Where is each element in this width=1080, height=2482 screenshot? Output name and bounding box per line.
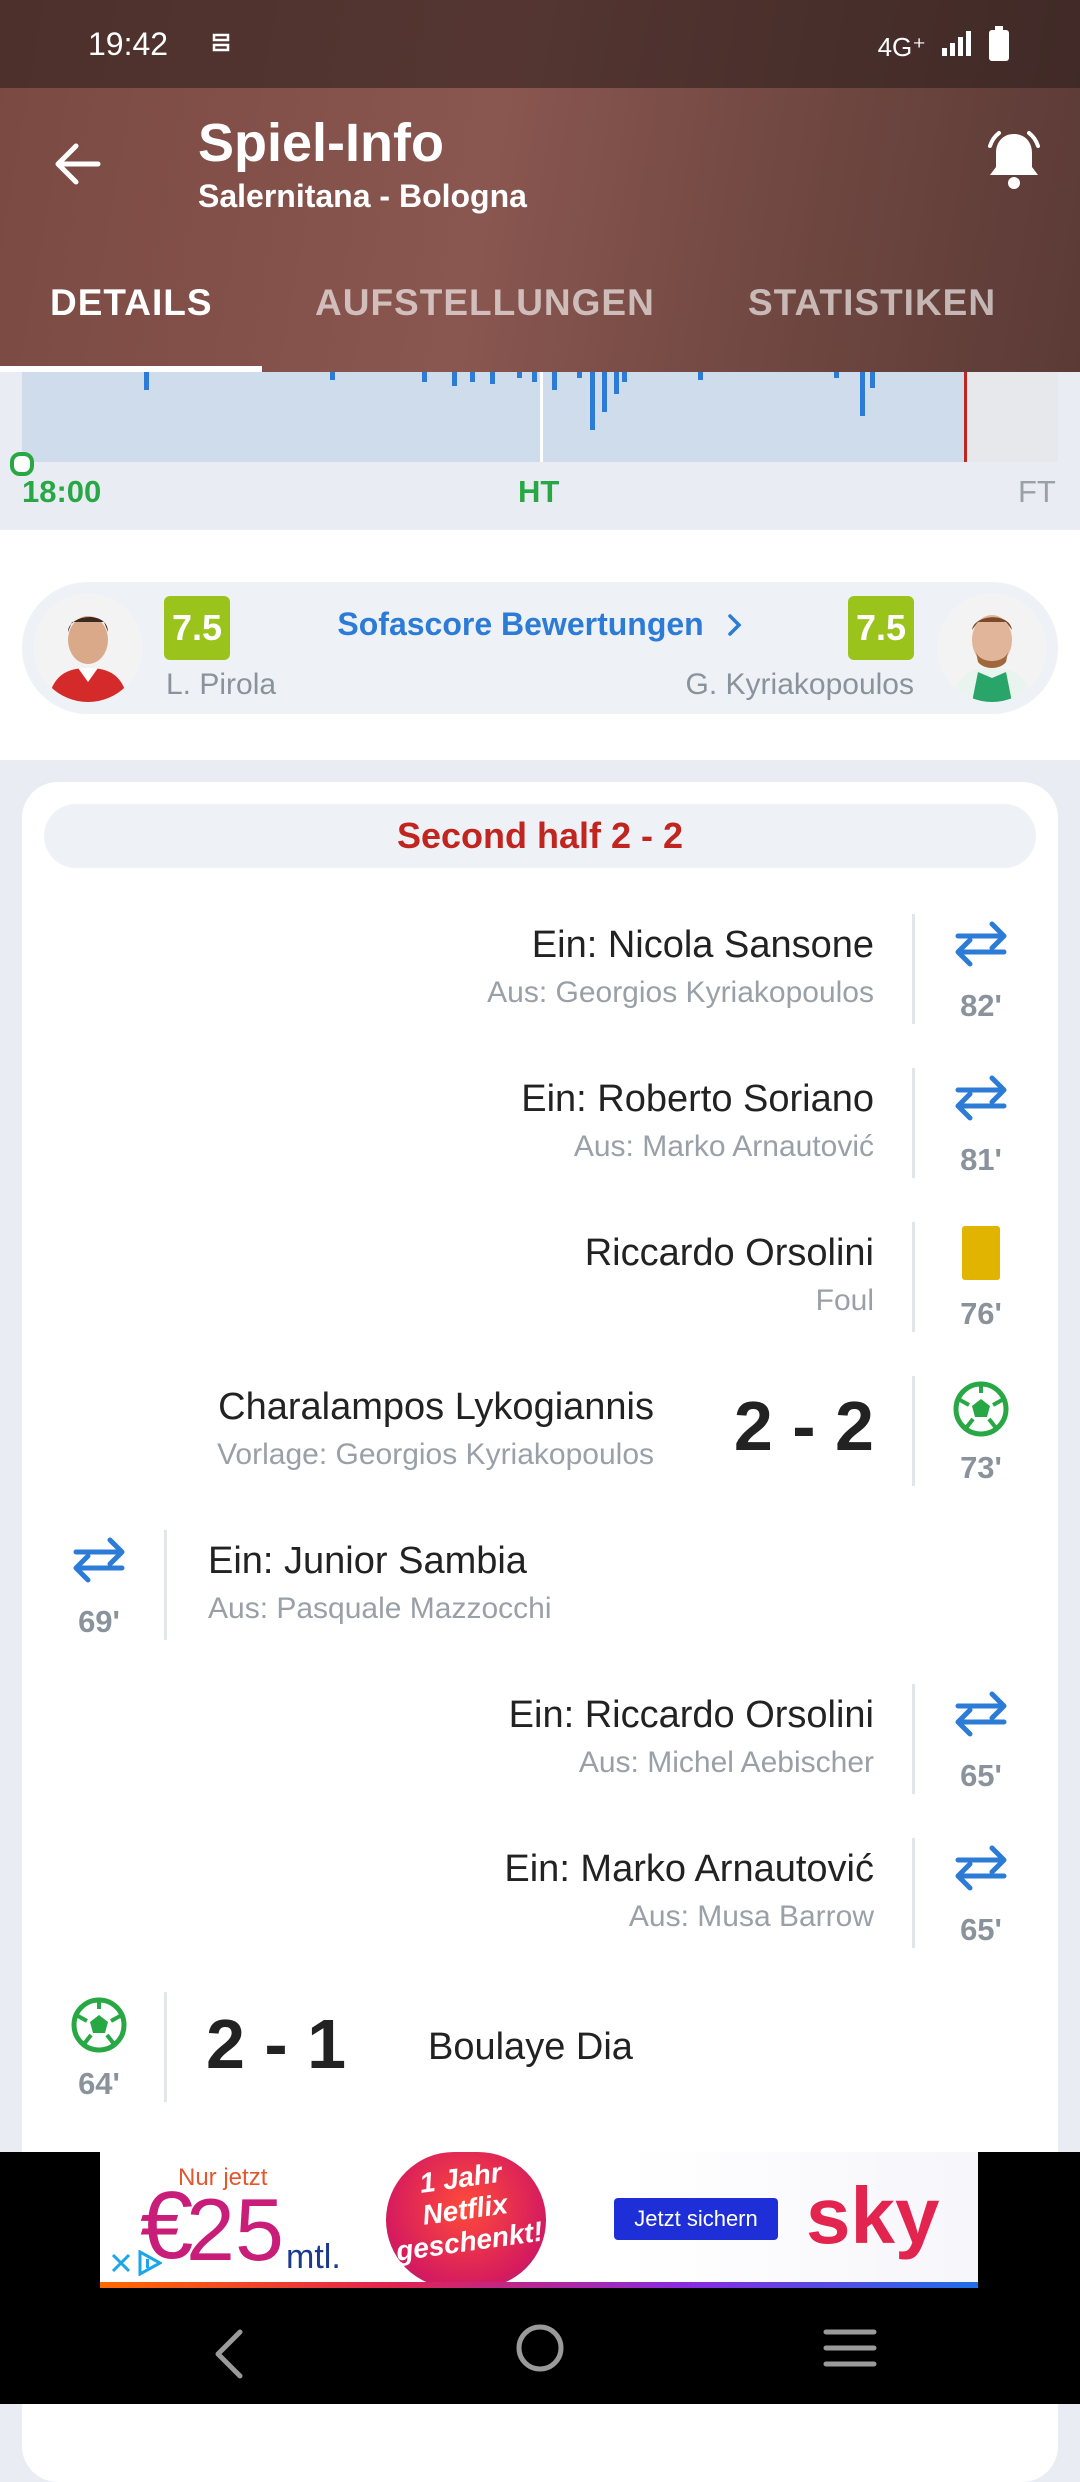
substitution-icon <box>70 1532 128 1591</box>
tab-details[interactable]: DETAILS <box>50 282 213 324</box>
event-divider <box>912 1222 915 1332</box>
event-divider <box>912 1684 915 1794</box>
event-minute: 65' <box>960 1912 1002 1947</box>
rating-badge-right: 7.5 <box>848 596 914 660</box>
event-main-text: Ein: Riccardo Orsolini <box>508 1694 874 1736</box>
nav-back-icon[interactable] <box>208 2326 248 2387</box>
ad-banner[interactable]: Nur jetzt € 25 mtl. 1 Jahr Netflix gesch… <box>100 2152 978 2288</box>
event-sub-text: Vorlage: Georgios Kyriakopoulos <box>217 1438 654 1471</box>
event-divider <box>912 1376 915 1486</box>
tab-statistics[interactable]: STATISTIKEN <box>748 282 996 324</box>
ad-cta-button[interactable]: Jetzt sichern <box>614 2198 778 2240</box>
graph-remaining <box>965 372 1058 462</box>
goal-ball-icon <box>70 1996 128 2059</box>
goal-score: 2 - 1 <box>206 2005 347 2083</box>
match-subtitle: Salernitana - Bologna <box>198 178 527 214</box>
event-minute: 76' <box>960 1296 1002 1331</box>
event-main-text: Ein: Junior Sambia <box>208 1540 527 1582</box>
current-time-marker <box>964 372 967 462</box>
event-divider <box>164 1992 167 2102</box>
event-main-text: Charalampos Lykogiannis <box>218 1386 654 1428</box>
event-minute: 73' <box>960 1450 1002 1485</box>
ad-info-icon[interactable] <box>136 2249 164 2281</box>
nav-menu-icon[interactable] <box>822 2326 878 2375</box>
notification-icon <box>212 32 232 59</box>
event-divider <box>912 1838 915 1948</box>
ratings-link-label[interactable]: Sofascore Bewertungen <box>337 606 703 642</box>
event-sub-text: Aus: Georgios Kyriakopoulos <box>487 976 874 1009</box>
ad-price-unit: mtl. <box>286 2238 341 2276</box>
kickoff-dot <box>10 452 34 476</box>
player-name-left: L. Pirola <box>166 668 277 701</box>
timeline-start: 18:00 <box>22 474 102 509</box>
event-divider <box>912 1068 915 1178</box>
yellow-card-icon <box>962 1226 1000 1280</box>
nav-home-icon[interactable] <box>514 2322 566 2379</box>
ratings-link[interactable]: Sofascore Bewertungen <box>0 606 1080 645</box>
event-main-text: Ein: Nicola Sansone <box>531 924 874 966</box>
event-sub-text: Aus: Michel Aebischer <box>578 1746 874 1779</box>
event-minute: 81' <box>960 1142 1002 1177</box>
player-avatar-right <box>938 594 1046 702</box>
event-main-text: Ein: Marko Arnautović <box>504 1848 874 1890</box>
event-divider <box>164 1530 167 1640</box>
half-header: Second half 2 - 2 <box>44 804 1036 868</box>
timeline-halftime: HT <box>518 474 560 509</box>
ad-close-icon[interactable] <box>110 2252 132 2279</box>
ad-brand-logo: sky <box>806 2171 940 2260</box>
event-sub-text: Aus: Pasquale Mazzocchi <box>208 1592 552 1625</box>
bell-icon[interactable] <box>982 128 1046 199</box>
event-minute: 64' <box>78 2066 120 2101</box>
event-main-text: Riccardo Orsolini <box>584 1232 874 1274</box>
status-time: 19:42 <box>88 26 169 62</box>
network-label: 4G⁺ <box>877 32 926 62</box>
signal-icon <box>940 30 974 65</box>
battery-icon <box>988 26 1010 69</box>
event-main-text: Ein: Roberto Soriano <box>521 1078 874 1120</box>
status-bar: 19:42 4G⁺ <box>0 0 1080 88</box>
event-sub-text: Foul <box>815 1284 874 1317</box>
ad-price: 25 <box>186 2180 284 2279</box>
event-minute: 82' <box>960 988 1002 1023</box>
back-arrow-icon[interactable] <box>50 140 102 193</box>
goal-score: 2 - 2 <box>733 1387 874 1465</box>
event-divider <box>912 914 915 1024</box>
ad-bottom-stripe <box>100 2282 978 2288</box>
timeline-fulltime: FT <box>1018 474 1056 509</box>
page-title: Spiel-Info <box>198 113 444 173</box>
player-name-right: G. Kyriakopoulos <box>685 668 914 701</box>
goal-ball-icon <box>952 1380 1010 1443</box>
substitution-icon <box>952 1840 1010 1899</box>
substitution-icon <box>952 916 1010 975</box>
momentum-bars <box>144 372 875 462</box>
event-main-text: Boulaye Dia <box>428 2026 633 2068</box>
status-icons: 4G⁺ <box>878 26 1010 69</box>
event-minute: 65' <box>960 1758 1002 1793</box>
substitution-icon <box>952 1070 1010 1129</box>
event-sub-text: Aus: Musa Barrow <box>628 1900 874 1933</box>
tab-lineups[interactable]: AUFSTELLUNGEN <box>315 282 655 324</box>
event-sub-text: Aus: Marko Arnautović <box>573 1130 874 1163</box>
chevron-right-icon <box>727 608 743 645</box>
event-minute: 69' <box>78 1604 120 1639</box>
substitution-icon <box>952 1686 1010 1745</box>
momentum-graph <box>22 372 1058 462</box>
